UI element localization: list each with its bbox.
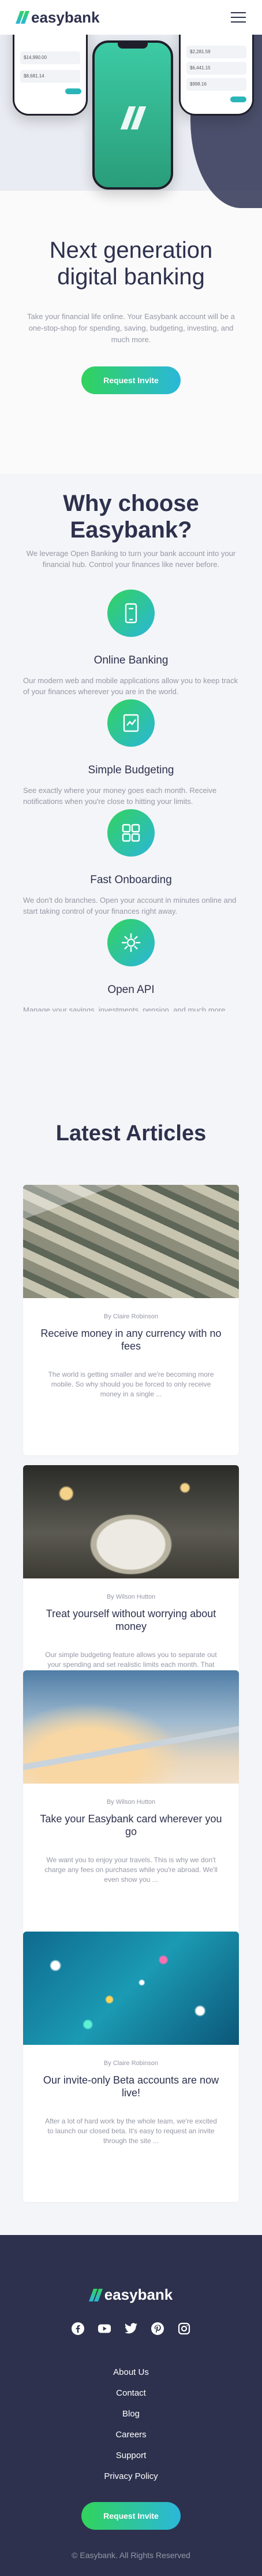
section-title: Latest Articles [55,1121,207,1146]
mock-card: $8,681.14 [20,70,80,83]
article-author: By Claire Robinson [103,2060,159,2067]
feature-title: Fast Onboarding [90,874,172,886]
budgeting-icon [107,699,155,747]
footer-nav: About Us Contact Blog Careers Support Pr… [0,2362,262,2487]
footer-link-blog[interactable]: Blog [0,2404,262,2425]
article-title[interactable]: Treat yourself without worrying about mo… [38,1607,224,1633]
article-author: By Wilson Hutton [106,1593,156,1600]
request-invite-button[interactable]: Request Invite [81,366,181,394]
article-title[interactable]: Receive money in any currency with no fe… [38,1327,224,1352]
social-links [0,2322,262,2336]
why-choose-section: Why choose Easybank? We leverage Open Ba… [0,474,262,1025]
feature-title: Online Banking [93,654,169,666]
footer-link-privacy-policy[interactable]: Privacy Policy [0,2466,262,2487]
section-title: Why choose Easybank? [0,490,262,543]
mock-button [230,97,246,102]
facebook-icon[interactable] [71,2322,85,2336]
footer-link-contact[interactable]: Contact [0,2383,262,2404]
feature-text: Our modern web and mobile applications a… [23,676,238,696]
hero-section: $14,990.00 $8,681.14 $2,281.59 $6,441.15… [0,35,262,474]
hero-title-line: digital banking [57,264,205,290]
twitter-icon[interactable] [124,2322,138,2336]
mockup-phone-right: $2,281.59 $6,441.15 $998.16 [179,35,254,116]
copyright-text: © Easybank. All Rights Reserved [72,2551,190,2560]
feature-title: Simple Budgeting [88,764,174,776]
article-author: By Claire Robinson [103,1313,159,1320]
footer-link-careers[interactable]: Careers [0,2425,262,2445]
article-image [23,1185,239,1298]
mock-card: $14,990.00 [20,51,80,64]
article-author: By Wilson Hutton [106,1799,156,1806]
feature-title: Open API [107,984,155,996]
feature-text: We don't do branches. Open your account … [23,896,237,916]
online-banking-icon [107,590,155,637]
article-card[interactable]: By Claire Robinson Our invite-only Beta … [23,1932,239,2202]
article-excerpt: After a lot of hard work by the whole te… [45,2117,217,2145]
footer-logo[interactable]: easybank [0,2286,262,2304]
instagram-icon[interactable] [177,2322,191,2336]
section-intro: We leverage Open Banking to turn your ba… [26,549,236,569]
brand-name: easybank [104,2286,173,2303]
brand-name: easybank [31,8,100,26]
article-image [23,1465,239,1578]
hero-title: Next generation digital banking [0,237,262,290]
youtube-icon[interactable] [98,2322,111,2336]
api-icon [107,919,155,966]
section-title-line: Easybank? [70,517,192,543]
site-header: easybank [0,0,262,35]
logo-icon [120,106,148,129]
article-excerpt: We want you to enjoy your travels. This … [44,1856,218,1884]
article-image [23,1670,239,1784]
article-title[interactable]: Our invite-only Beta accounts are now li… [38,2074,224,2099]
hero-description: Take your financial life online. Your Ea… [27,312,235,344]
mock-card: $6,441.15 [186,62,246,75]
brand-logo[interactable]: easybank [15,8,100,27]
onboarding-icon [107,809,155,857]
article-card[interactable]: By Wilson Hutton Take your Easybank card… [23,1670,239,1941]
feature-text: See exactly where your money goes each m… [23,786,217,806]
pinterest-icon[interactable] [151,2322,164,2336]
mock-card: $998.16 [186,78,246,91]
mockup-phone-main [92,40,173,190]
mock-card: $2,281.59 [186,46,246,58]
mock-button [65,88,81,94]
menu-icon[interactable] [231,12,246,23]
article-image [23,1932,239,2045]
logo-icon [15,11,30,24]
article-card[interactable]: By Claire Robinson Receive money in any … [23,1185,239,1455]
article-title[interactable]: Take your Easybank card wherever you go [38,1813,224,1838]
footer-request-invite-button[interactable]: Request Invite [81,2502,181,2530]
mockup-phone-left: $14,990.00 $8,681.14 [13,35,88,116]
article-excerpt: The world is getting smaller and we're b… [48,1370,214,1398]
logo-icon [88,2288,103,2301]
hero-title-line: Next generation [49,238,213,263]
footer-link-support[interactable]: Support [0,2445,262,2466]
section-title-line: Why choose [63,491,199,516]
latest-articles-section: Latest Articles By Claire Robinson Recei… [0,1011,262,2235]
site-footer: easybank About Us Contact Blog Careers S… [0,2235,262,2576]
footer-link-about-us[interactable]: About Us [0,2362,262,2383]
